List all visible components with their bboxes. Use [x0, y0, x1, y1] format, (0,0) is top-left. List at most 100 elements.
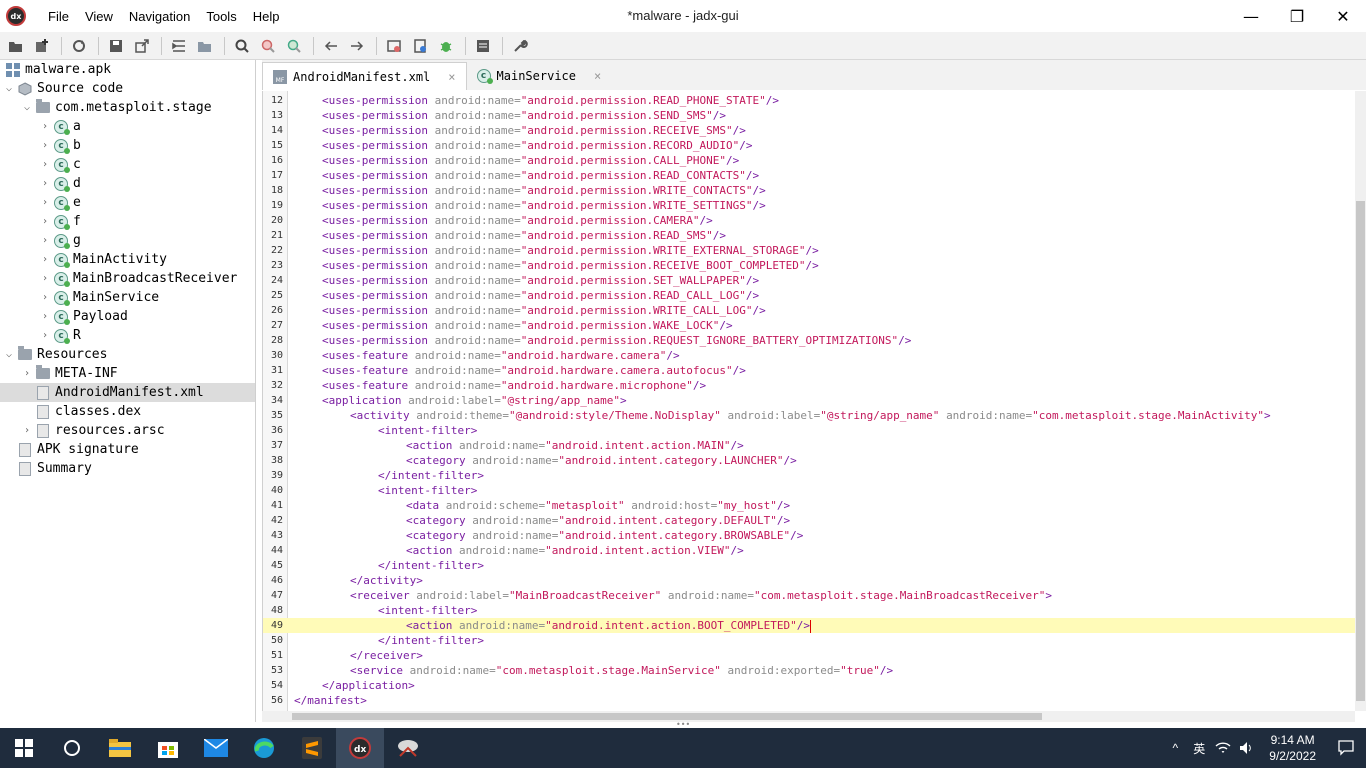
flatten-icon[interactable] [167, 34, 191, 58]
project-tree[interactable]: malware.apk ⌵ Source code ⌵ com.metasploit.s… [0, 60, 256, 722]
code-line[interactable]: 46 </activity> [263, 573, 1355, 588]
add-files-icon[interactable] [30, 34, 54, 58]
chevron-right-icon[interactable]: › [39, 193, 51, 212]
export-icon[interactable] [130, 34, 154, 58]
code-line[interactable]: 50 </intent-filter> [263, 633, 1355, 648]
code-line[interactable]: 18 <uses-permission android:name="android… [263, 183, 1355, 198]
chevron-right-icon[interactable]: › [39, 307, 51, 326]
jadx-icon[interactable]: dx [336, 728, 384, 768]
edge-icon[interactable] [240, 728, 288, 768]
chevron-right-icon[interactable]: › [39, 212, 51, 231]
chevron-right-icon[interactable]: › [39, 136, 51, 155]
chevron-right-icon[interactable]: › [39, 117, 51, 136]
code-line[interactable]: 41 <data android:scheme="metasploit" andr… [263, 498, 1355, 513]
code-line[interactable]: 56 </manifest> [263, 693, 1355, 708]
code-line[interactable]: 48 <intent-filter> [263, 603, 1355, 618]
code-line[interactable]: 31 <uses-feature android:name="android.ha… [263, 363, 1355, 378]
close-tab-icon[interactable]: × [448, 70, 455, 84]
wifi-icon[interactable] [1211, 728, 1235, 768]
start-icon[interactable] [0, 728, 48, 768]
tree-item[interactable]: › c e [0, 193, 255, 212]
file-explorer-icon[interactable] [96, 728, 144, 768]
mail-icon[interactable] [192, 728, 240, 768]
menu-file[interactable]: File [40, 9, 77, 24]
tree-item[interactable]: malware.apk [0, 60, 255, 79]
code-line[interactable]: 42 <category android:name="android.intent… [263, 513, 1355, 528]
tree-item[interactable]: › META-INF [0, 364, 255, 383]
save-icon[interactable] [104, 34, 128, 58]
code-editor[interactable]: 12 <uses-permission android:name="android… [262, 91, 1355, 711]
code-line[interactable]: 26 <uses-permission android:name="android… [263, 303, 1355, 318]
chevron-right-icon[interactable]: › [39, 174, 51, 193]
code-line[interactable]: 49 <action android:name="android.intent.a… [263, 618, 1355, 633]
notifications-icon[interactable] [1326, 728, 1366, 768]
chevron-right-icon[interactable]: › [39, 250, 51, 269]
code-line[interactable]: 19 <uses-permission android:name="android… [263, 198, 1355, 213]
horizontal-scrollbar[interactable] [262, 711, 1355, 722]
code-line[interactable]: 40 <intent-filter> [263, 483, 1355, 498]
code-line[interactable]: 20 <uses-permission android:name="android… [263, 213, 1355, 228]
goto-icon[interactable] [282, 34, 306, 58]
code-line[interactable]: 53 <service android:name="com.metasploit.… [263, 663, 1355, 678]
code-line[interactable]: 47 <receiver android:label="MainBroadcast… [263, 588, 1355, 603]
chevron-right-icon[interactable]: › [39, 231, 51, 250]
back-icon[interactable] [319, 34, 343, 58]
language-indicator[interactable]: 英 [1187, 728, 1211, 768]
tree-item[interactable]: APK signature [0, 440, 255, 459]
chevron-right-icon[interactable]: › [39, 326, 51, 345]
clock[interactable]: 9:14 AM 9/2/2022 [1259, 732, 1326, 764]
code-line[interactable]: 44 <action android:name="android.intent.a… [263, 543, 1355, 558]
settings-icon[interactable] [508, 34, 532, 58]
close-button[interactable]: ✕ [1320, 0, 1366, 32]
code-line[interactable]: 36 <intent-filter> [263, 423, 1355, 438]
tree-item[interactable]: › c Payload [0, 307, 255, 326]
tree-item[interactable]: › resources.arsc [0, 421, 255, 440]
code-line[interactable]: 13 <uses-permission android:name="android… [263, 108, 1355, 123]
menu-view[interactable]: View [77, 9, 121, 24]
maximize-button[interactable]: ❐ [1274, 0, 1320, 32]
packages-icon[interactable] [193, 34, 217, 58]
menu-help[interactable]: Help [245, 9, 288, 24]
tree-item[interactable]: ⌵ com.metasploit.stage [0, 98, 255, 117]
tree-item[interactable]: › c MainBroadcastReceiver [0, 269, 255, 288]
tree-item[interactable]: › c b [0, 136, 255, 155]
code-line[interactable]: 12 <uses-permission android:name="android… [263, 93, 1355, 108]
chevron-right-icon[interactable]: › [39, 288, 51, 307]
code-line[interactable]: 30 <uses-feature android:name="android.ha… [263, 348, 1355, 363]
horizontal-scroll-thumb[interactable] [292, 713, 1042, 720]
log-icon[interactable] [471, 34, 495, 58]
forward-icon[interactable] [345, 34, 369, 58]
chevron-right-icon[interactable]: › [21, 364, 33, 383]
tree-item[interactable]: Summary [0, 459, 255, 478]
code-line[interactable]: 24 <uses-permission android:name="android… [263, 273, 1355, 288]
chevron-up-icon[interactable]: ^ [1163, 728, 1187, 768]
code-line[interactable]: 15 <uses-permission android:name="android… [263, 138, 1355, 153]
tab-mainservice[interactable]: c MainService × [467, 62, 612, 90]
tree-item[interactable]: › c R [0, 326, 255, 345]
decompile-icon[interactable] [382, 34, 406, 58]
code-line[interactable]: 17 <uses-permission android:name="android… [263, 168, 1355, 183]
search-icon[interactable] [230, 34, 254, 58]
tree-item[interactable]: classes.dex [0, 402, 255, 421]
chevron-down-icon[interactable]: ⌵ [21, 98, 33, 117]
chevron-right-icon[interactable]: › [39, 155, 51, 174]
find-usage-icon[interactable] [256, 34, 280, 58]
close-tab-icon[interactable]: × [594, 69, 601, 83]
code-line[interactable]: 39 </intent-filter> [263, 468, 1355, 483]
volume-icon[interactable] [1235, 728, 1259, 768]
jadx-app-icon[interactable]: dx [6, 6, 26, 26]
sublime-icon[interactable] [288, 728, 336, 768]
code-line[interactable]: 23 <uses-permission android:name="android… [263, 258, 1355, 273]
code-line[interactable]: 14 <uses-permission android:name="android… [263, 123, 1355, 138]
code-line[interactable]: 37 <action android:name="android.intent.a… [263, 438, 1355, 453]
store-icon[interactable] [144, 728, 192, 768]
vertical-scrollbar[interactable] [1355, 91, 1366, 711]
tree-item[interactable]: ⌵ Resources [0, 345, 255, 364]
code-line[interactable]: 43 <category android:name="android.intent… [263, 528, 1355, 543]
search-icon[interactable] [48, 728, 96, 768]
tree-item[interactable]: › c d [0, 174, 255, 193]
chevron-right-icon[interactable]: › [39, 269, 51, 288]
chevron-down-icon[interactable]: ⌵ [3, 345, 15, 364]
tree-item[interactable]: › c MainActivity [0, 250, 255, 269]
code-line[interactable]: 25 <uses-permission android:name="android… [263, 288, 1355, 303]
